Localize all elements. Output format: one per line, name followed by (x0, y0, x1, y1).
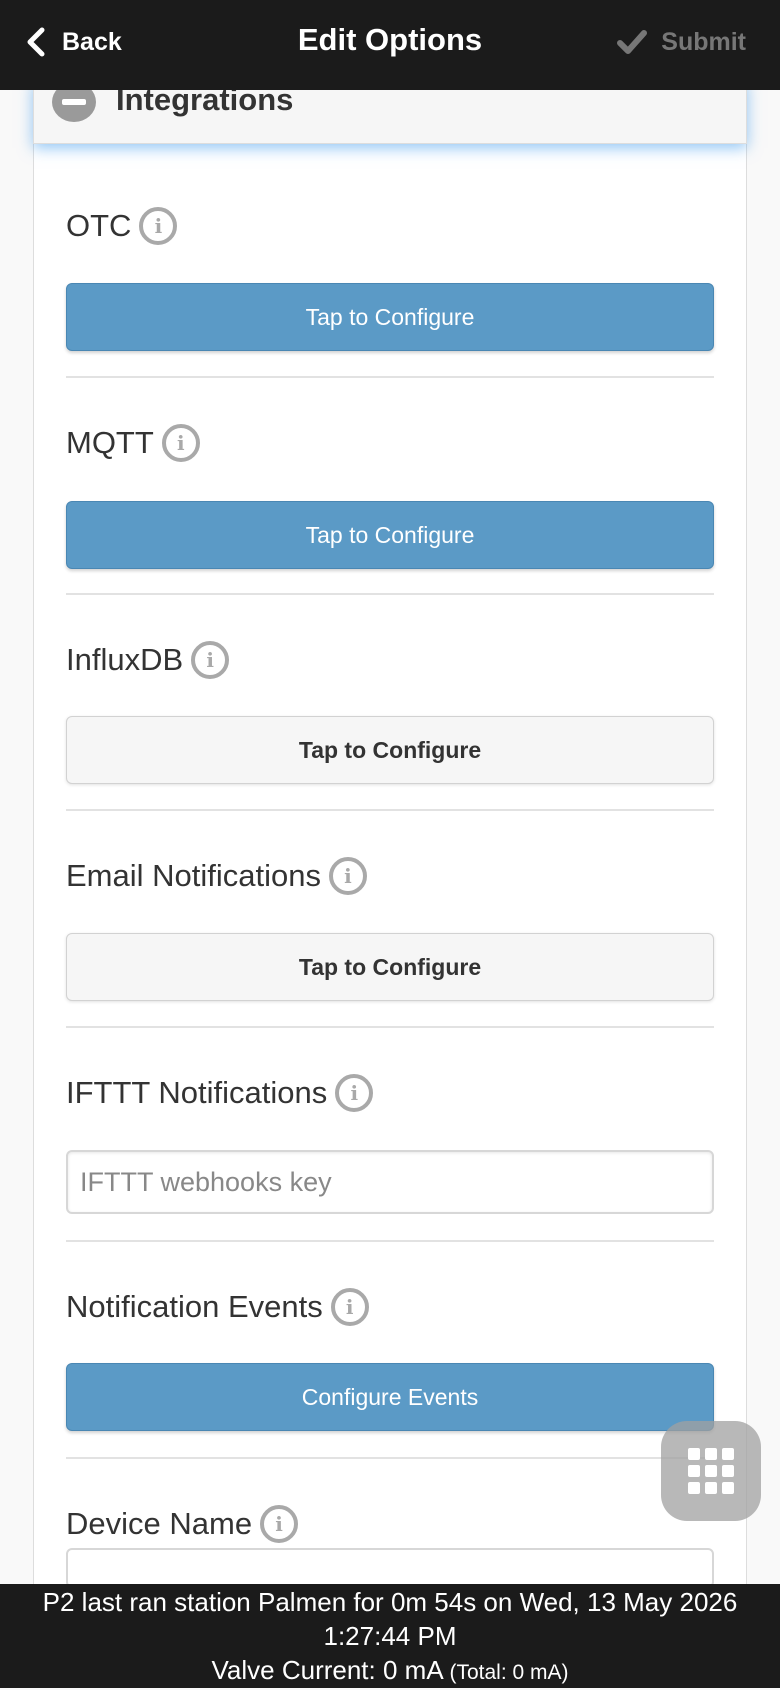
ifttt-webhooks-key-input[interactable] (66, 1150, 714, 1214)
last-run-status: P2 last ran station Palmen for 0m 54s on… (42, 1587, 738, 1651)
otc-configure-button[interactable]: Tap to Configure (66, 283, 714, 351)
header-bar: Back Edit Options Submit (0, 0, 780, 90)
field-label: MQTT (66, 425, 154, 460)
field-ifttt-notifications: IFTTT Notifications i (66, 1070, 714, 1214)
field-label: InfluxDB (66, 642, 184, 677)
info-icon[interactable]: i (191, 641, 230, 679)
mqtt-configure-button[interactable]: Tap to Configure (66, 501, 714, 569)
configure-events-button[interactable]: Configure Events (66, 1363, 714, 1431)
field-label: Device Name (66, 1506, 253, 1541)
field-otc: OTC i Tap to Configure (66, 203, 714, 351)
divider (66, 1240, 714, 1242)
divider (66, 1457, 714, 1459)
submit-button[interactable]: Submit (617, 18, 746, 66)
field-mqtt: MQTT i Tap to Configure (66, 420, 714, 569)
field-label: IFTTT Notifications (66, 1075, 328, 1110)
info-icon[interactable]: i (335, 1074, 374, 1112)
email-configure-button[interactable]: Tap to Configure (66, 933, 714, 1001)
field-label: OTC (66, 208, 132, 243)
status-footer: P2 last ran station Palmen for 0m 54s on… (0, 1584, 780, 1688)
divider (66, 809, 714, 811)
divider (66, 1026, 714, 1028)
field-influxdb: InfluxDB i Tap to Configure (66, 637, 714, 784)
grid-menu-icon (688, 1448, 700, 1460)
submit-label: Submit (661, 27, 746, 56)
field-label: Notification Events (66, 1289, 323, 1324)
divider (66, 376, 714, 378)
info-icon[interactable]: i (330, 1288, 369, 1326)
field-device-name: Device Name i (66, 1501, 714, 1547)
info-icon[interactable]: i (328, 857, 367, 895)
info-icon[interactable]: i (260, 1505, 299, 1543)
divider (66, 593, 714, 595)
field-email-notifications: Email Notifications i Tap to Configure (66, 853, 714, 1001)
device-name-input[interactable] (66, 1548, 714, 1588)
influxdb-configure-button[interactable]: Tap to Configure (66, 716, 714, 784)
info-icon[interactable]: i (161, 424, 200, 462)
total-current: (Total: 0 mA) (449, 1661, 569, 1684)
checkmark-icon (617, 30, 648, 54)
info-icon[interactable]: i (139, 207, 178, 245)
valve-current-line: Valve Current: 0 mA (Total: 0 mA) (0, 1653, 780, 1690)
field-notification-events: Notification Events i Configure Events (66, 1284, 714, 1431)
grid-menu-button[interactable] (661, 1421, 761, 1521)
field-label: Email Notifications (66, 858, 321, 893)
valve-current: Valve Current: 0 mA (211, 1655, 443, 1685)
